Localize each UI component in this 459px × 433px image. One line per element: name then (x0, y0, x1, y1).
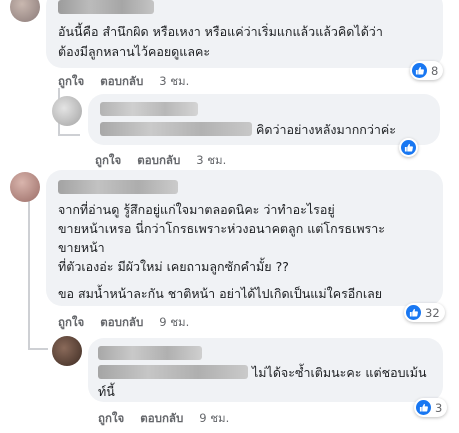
timestamp[interactable]: 3 ชม. (196, 152, 226, 170)
timestamp[interactable]: 9 ชม. (159, 314, 189, 332)
like-thumb-icon (416, 400, 431, 415)
comment-text-line: อันนี้คือ สำนึกผิด หรือเหงา หรือแค่ว่าเร… (58, 24, 383, 39)
blurred-name (98, 346, 202, 360)
reply-link[interactable]: ตอบกลับ (140, 410, 183, 428)
avatar[interactable] (52, 96, 82, 126)
reply-link[interactable]: ตอบกลับ (137, 152, 180, 170)
like-thumb-icon (412, 63, 427, 78)
reaction-badge[interactable] (399, 138, 418, 157)
comment-text-line: ไม่ได้จะซ้ำเติมนะคะ แต่ชอบเม้น (252, 365, 427, 380)
like-link[interactable]: ถูกใจ (98, 410, 124, 428)
like-thumb-icon (401, 140, 416, 155)
thread-line (28, 198, 30, 350)
comment-actions: ถูกใจ ตอบกลับ 9 ชม. (58, 314, 189, 332)
comment-actions: ถูกใจ ตอบกลับ 9 ชม. (98, 410, 229, 428)
thread-line (58, 134, 80, 136)
comment-text-line: จากที่อ่านดู รู้สึกอยู่แก่ใจมาตลอดนิคะ ว… (58, 202, 335, 217)
reaction-count: 8 (431, 63, 439, 78)
comment-text-line: ขอ สมน้ำหน้าละกัน ชาติหน้า อย่าได้ไปเกิด… (58, 286, 383, 301)
reply-link[interactable]: ตอบกลับ (100, 73, 143, 91)
avatar[interactable] (10, 172, 40, 202)
reaction-badge[interactable]: 8 (410, 61, 444, 80)
blurred-name (100, 102, 198, 116)
blurred-name (58, 0, 154, 14)
reply-link[interactable]: ตอบกลับ (100, 314, 143, 332)
timestamp[interactable]: 3 ชม. (159, 73, 189, 91)
comment-text-line: ขายหน้า (58, 240, 105, 255)
comment-text-line: ที่ตัวเองอ่ะ มีผัวใหม่ เคยถามลูกซักคำมั้… (58, 259, 289, 274)
comment-text-line: ต้องมีลูกหลานไว้คอยดูแลคะ (58, 44, 211, 59)
timestamp[interactable]: 9 ชม. (199, 410, 229, 428)
blurred-name (100, 122, 252, 136)
avatar[interactable] (52, 336, 82, 366)
blurred-name (98, 365, 248, 379)
comment-actions: ถูกใจ ตอบกลับ 3 ชม. (58, 73, 189, 91)
comment-text-line: ท์นี้ (98, 384, 115, 399)
like-link[interactable]: ถูกใจ (58, 73, 84, 91)
like-link[interactable]: ถูกใจ (58, 314, 84, 332)
avatar[interactable] (10, 0, 40, 22)
comment-text: คิดว่าอย่างหลังมากกว่าค่ะ (256, 122, 396, 137)
reaction-count: 3 (435, 400, 443, 415)
blurred-name (58, 180, 178, 194)
reaction-badge[interactable]: 3 (414, 398, 448, 417)
reaction-count: 32 (425, 305, 440, 320)
comment-text-line: ขายหน้าเหรอ นี่กว่าโกรธเพราะห่วงอนาคตลูก… (58, 221, 386, 236)
reaction-badge[interactable]: 32 (404, 303, 445, 322)
like-thumb-icon (406, 305, 421, 320)
like-link[interactable]: ถูกใจ (95, 152, 121, 170)
thread-line (28, 348, 48, 350)
comment-actions: ถูกใจ ตอบกลับ 3 ชม. (95, 152, 226, 170)
